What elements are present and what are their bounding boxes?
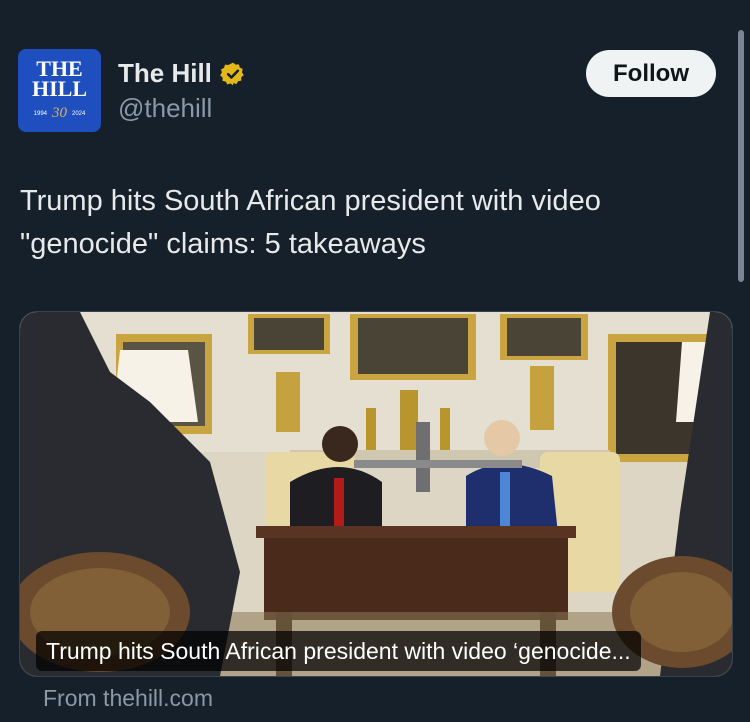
tweet-text: Trump hits South African president with …: [20, 185, 601, 260]
link-card-caption[interactable]: Trump hits South African president with …: [36, 631, 641, 671]
scrollbar[interactable]: [738, 30, 744, 282]
link-preview-card[interactable]: Trump hits South African president with …: [19, 311, 733, 677]
verified-gold-badge-icon: [220, 62, 244, 85]
account-name-row[interactable]: The Hill: [118, 58, 246, 89]
avatar-anniversary-number: 30: [52, 105, 67, 121]
account-handle[interactable]: @thehill: [118, 93, 212, 124]
avatar-logo-line2: HILL: [31, 76, 88, 101]
account-display-name[interactable]: The Hill: [118, 58, 212, 89]
link-source[interactable]: From thehill.com: [43, 685, 213, 712]
avatar-anniversary: 1994 30 2024: [34, 105, 86, 122]
news-photo: [20, 312, 732, 676]
follow-button[interactable]: Follow: [586, 50, 716, 97]
avatar-year-end: 2024: [72, 110, 86, 117]
avatar[interactable]: THE HILL 1994 30 2024: [18, 49, 101, 132]
avatar-year-start: 1994: [33, 110, 47, 117]
